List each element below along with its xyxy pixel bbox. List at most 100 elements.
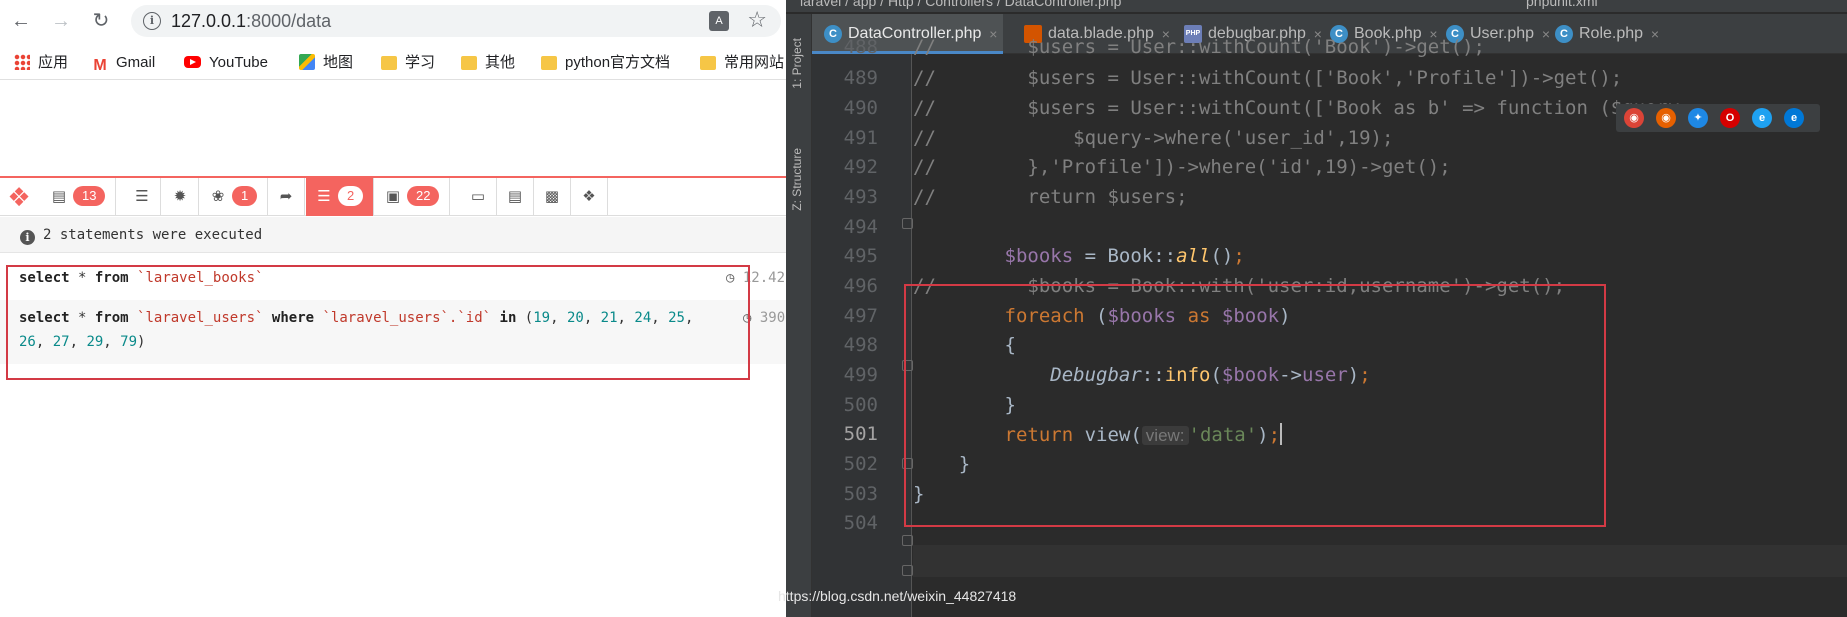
apps-icon — [14, 54, 30, 70]
project-tool-button[interactable]: 1: Project — [790, 38, 804, 89]
bookmark-maps[interactable]: 地图 — [299, 52, 353, 74]
queries-status: i 2 statements were executed — [0, 217, 786, 253]
line-number: 498 — [843, 334, 878, 356]
debugbar-tab-session[interactable]: ▩ — [534, 178, 571, 216]
debugbar-tab-route[interactable]: ➦ — [268, 178, 305, 216]
leaf-icon: ❀ — [211, 188, 225, 205]
debugbar-tab-views[interactable]: ❀ 1 — [200, 178, 269, 216]
fold-marker-icon[interactable] — [902, 458, 913, 469]
query-duration: ◷ 12.42 — [726, 270, 786, 286]
tab-role[interactable]: C Role.php × — [1543, 14, 1665, 54]
line-number: 493 — [843, 186, 878, 208]
code-line-502: } — [913, 453, 971, 475]
bookmark-apps[interactable]: 应用 — [14, 52, 68, 74]
code-line-501: return view(view:'data'); — [1004, 423, 1283, 446]
debugbar-tab-messages[interactable]: ▤ 13 — [41, 178, 117, 216]
forward-icon[interactable]: → — [49, 9, 73, 33]
code-editor[interactable]: // $users = User::withCount('Book')->get… — [913, 36, 1847, 617]
cubes-icon: ▣ — [385, 188, 401, 205]
line-number: 497 — [843, 305, 878, 327]
opera-icon[interactable]: O — [1720, 108, 1740, 128]
run-config-selector[interactable]: phpunit.xml — [1526, 0, 1598, 8]
debugbar-tab-models[interactable]: ▣ 22 — [375, 178, 451, 216]
line-number: 492 — [843, 156, 878, 178]
edge-icon[interactable]: e — [1784, 108, 1804, 128]
code-line-503: } — [913, 483, 925, 505]
clock-icon: ◷ — [726, 270, 735, 286]
debugbar-tab-timeline[interactable]: ☰ — [124, 178, 161, 216]
youtube-icon — [184, 56, 201, 68]
folder-icon — [461, 56, 477, 70]
messages-count-badge: 13 — [73, 186, 106, 206]
text-caret — [1280, 423, 1283, 445]
folder-icon — [700, 56, 716, 70]
site-info-icon[interactable]: i — [143, 12, 161, 30]
url-text[interactable]: 127.0.0.1:8000/data — [171, 11, 331, 32]
bookmark-folder-study[interactable]: 学习 — [381, 52, 435, 74]
bookmarks-bar: 应用 M Gmail YouTube 地图 学习 其他 python官方文档 常用… — [0, 44, 786, 80]
code-line-491: // $query->where('user_id',19); — [913, 127, 1394, 149]
folder-icon — [381, 56, 397, 70]
back-icon[interactable]: ← — [9, 9, 33, 33]
share-icon: ➦ — [279, 188, 293, 205]
line-number: 494 — [843, 216, 878, 238]
fold-marker-icon[interactable] — [902, 535, 913, 546]
laravel-logo-icon[interactable]: ❖ — [4, 182, 34, 212]
bookmark-folder-common-sites[interactable]: 常用网站 — [700, 52, 784, 74]
line-number: 490 — [843, 97, 878, 119]
line-number: 502 — [843, 453, 878, 475]
bookmark-youtube[interactable]: YouTube — [184, 52, 268, 74]
watermark-text: https://blog.csdn.net/weixin_44827418 — [778, 588, 1017, 604]
query-duration: ◷ 390 — [743, 310, 786, 326]
translate-icon[interactable]: A — [709, 11, 729, 31]
debugbar-tab-request[interactable]: ▤ — [497, 178, 534, 216]
timeline-icon: ☰ — [135, 188, 149, 205]
current-line-highlight — [913, 545, 1847, 577]
bookmark-folder-other[interactable]: 其他 — [461, 52, 515, 74]
debugbar-tab-queries[interactable]: ☰ 2 — [306, 178, 375, 216]
structure-tool-button[interactable]: Z: Structure — [790, 148, 804, 211]
line-number: 491 — [843, 127, 878, 149]
fold-marker-icon[interactable] — [902, 565, 913, 576]
code-line-495: $books = Book::all(); — [1004, 245, 1245, 267]
debugbar-tab-tags[interactable]: ❖ — [571, 178, 608, 216]
queries-count-badge: 2 — [338, 186, 364, 206]
close-icon[interactable]: × — [1651, 14, 1659, 54]
query-statement-2[interactable]: select * from `laravel_users` where `lar… — [0, 300, 786, 364]
code-line-496: // $books = Book::with('user:id,username… — [913, 275, 1566, 297]
address-bar[interactable]: i 127.0.0.1:8000/data A ☆ — [131, 5, 781, 37]
line-number: 495 — [843, 245, 878, 267]
line-number-gutter: 488 489 490 491 492 493 494 495 496 497 … — [812, 36, 913, 617]
debugbar-tab-exceptions[interactable]: ✹ — [162, 178, 199, 216]
chrome-icon[interactable]: ◉ — [1624, 108, 1644, 128]
browser-window: ← → ↻ i 127.0.0.1:8000/data A ☆ 应用 M Gmai… — [0, 0, 786, 617]
line-number: 504 — [843, 512, 878, 534]
code-line-493: // return $users; — [913, 186, 1188, 208]
archive-icon: ▩ — [544, 188, 560, 205]
code-line-500: } — [913, 394, 1016, 416]
fold-marker-icon[interactable] — [902, 218, 913, 229]
query-statement-1[interactable]: select * from `laravel_books` ◷ 12.42 — [0, 266, 786, 296]
code-line-499: Debugbar::info($book->user); — [1050, 364, 1371, 386]
line-number: 496 — [843, 275, 878, 297]
database-icon: ☰ — [317, 188, 331, 205]
line-number-current: 501 — [843, 423, 878, 445]
debugbar-tab-mails[interactable]: ▭ — [460, 178, 497, 216]
bookmark-gmail[interactable]: M Gmail — [92, 52, 155, 74]
bookmark-folder-python-docs[interactable]: python官方文档 — [541, 52, 670, 74]
code-line-498: { — [913, 334, 1016, 356]
bookmark-star-icon[interactable]: ☆ — [747, 7, 767, 33]
maps-icon — [299, 54, 315, 70]
safari-icon[interactable]: ✦ — [1688, 108, 1708, 128]
open-in-browser-popup: ◉ ◉ ✦ O e e — [1616, 104, 1820, 132]
code-line-489: // $users = User::withCount(['Book','Pro… — [913, 67, 1623, 89]
code-line-492: // },'Profile'])->where('id',19)->get(); — [913, 156, 1451, 178]
line-number: 489 — [843, 67, 878, 89]
fold-marker-icon[interactable] — [902, 360, 913, 371]
internet-explorer-icon[interactable]: e — [1752, 108, 1772, 128]
line-number: 499 — [843, 364, 878, 386]
firefox-icon[interactable]: ◉ — [1656, 108, 1676, 128]
views-count-badge: 1 — [232, 186, 258, 206]
messages-icon: ▤ — [51, 188, 67, 205]
reload-icon[interactable]: ↻ — [89, 9, 113, 33]
